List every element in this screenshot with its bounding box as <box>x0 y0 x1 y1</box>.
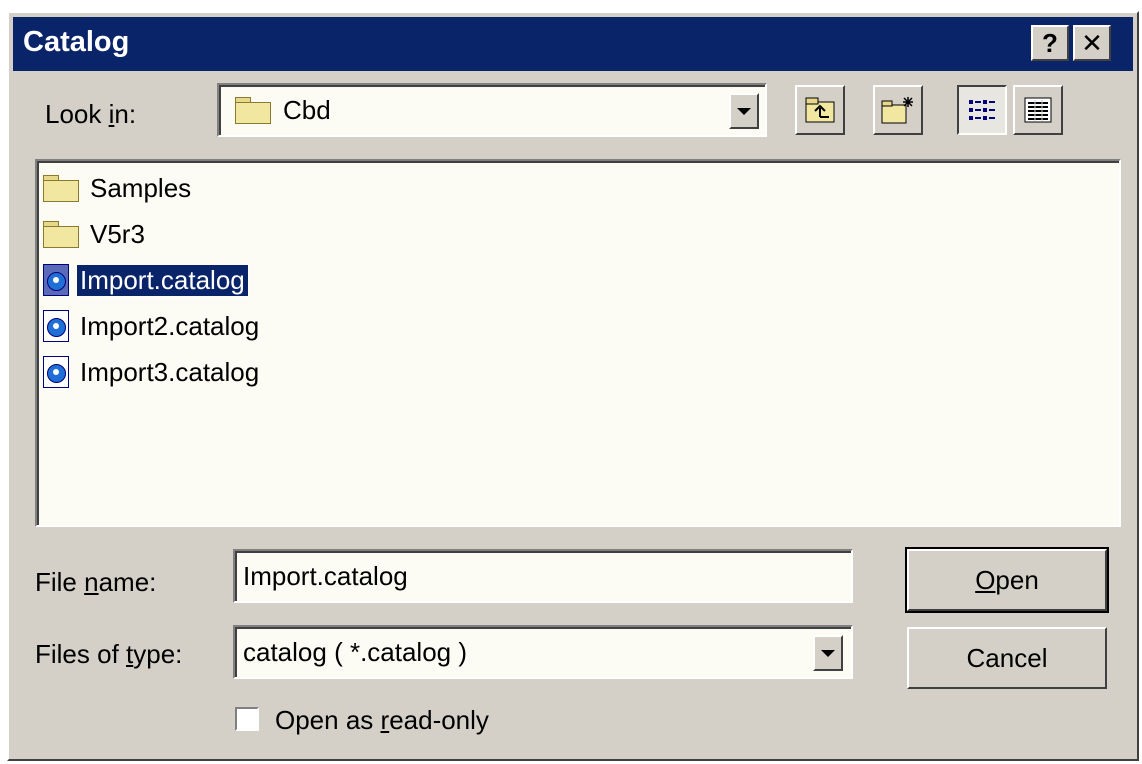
catalog-file-icon <box>43 264 69 296</box>
file-name-label: File name: <box>35 567 157 597</box>
file-item[interactable]: Import.catalog <box>43 263 249 297</box>
chevron-down-icon <box>737 107 751 115</box>
open-button[interactable]: Open <box>905 547 1109 613</box>
file-name-value: Import.catalog <box>243 561 408 591</box>
file-name-input[interactable]: Import.catalog <box>233 549 853 603</box>
folder-item[interactable]: Samples <box>43 171 194 205</box>
read-only-label[interactable]: Open as read-only <box>275 705 489 736</box>
help-button[interactable]: ? <box>1031 25 1069 61</box>
item-name: Import3.catalog <box>80 356 260 387</box>
close-button[interactable]: ✕ <box>1073 25 1111 61</box>
create-new-folder-icon <box>881 97 913 124</box>
catalog-dialog: Catalog ? ✕ Look in: Cbd Samples V5r3 Im… <box>7 11 1139 761</box>
catalog-file-icon <box>43 310 69 342</box>
window-title: Catalog <box>23 26 130 58</box>
create-new-folder-button[interactable] <box>873 85 923 135</box>
look-in-combo[interactable]: Cbd <box>217 83 767 137</box>
details-view-button[interactable] <box>1013 85 1063 135</box>
file-list[interactable]: Samples V5r3 Import.catalog Import2.catalog… <box>35 159 1121 527</box>
item-name: Samples <box>90 172 192 203</box>
open-button-label: Open <box>975 564 1039 595</box>
files-of-type-dropdown-button[interactable] <box>813 635 843 671</box>
file-item[interactable]: Import2.catalog <box>43 309 262 343</box>
files-of-type-label: Files of type: <box>35 639 183 669</box>
folder-item[interactable]: V5r3 <box>43 217 148 251</box>
file-item[interactable]: Import3.catalog <box>43 355 262 389</box>
look-in-value: Cbd <box>283 95 331 125</box>
list-view-icon <box>969 100 995 120</box>
folder-icon <box>43 221 79 248</box>
chevron-down-icon <box>821 649 835 657</box>
folder-open-icon <box>235 97 271 124</box>
details-view-icon <box>1024 97 1052 123</box>
title-bar[interactable]: Catalog ? ✕ <box>13 17 1133 71</box>
up-one-level-icon <box>805 97 835 123</box>
catalog-file-icon <box>43 356 69 388</box>
files-of-type-value: catalog ( *.catalog ) <box>243 637 468 667</box>
item-name: V5r3 <box>90 218 145 249</box>
cancel-button[interactable]: Cancel <box>907 627 1107 689</box>
look-in-dropdown-button[interactable] <box>729 93 759 129</box>
read-only-checkbox[interactable] <box>235 707 259 731</box>
files-of-type-combo[interactable]: catalog ( *.catalog ) <box>233 625 853 679</box>
item-name: Import.catalog <box>76 263 249 297</box>
close-icon: ✕ <box>1081 27 1103 58</box>
look-in-label: Look in: <box>45 99 137 129</box>
up-one-level-button[interactable] <box>795 85 845 135</box>
item-name: Import2.catalog <box>80 310 260 341</box>
list-view-button[interactable] <box>957 85 1007 135</box>
folder-icon <box>43 175 79 202</box>
